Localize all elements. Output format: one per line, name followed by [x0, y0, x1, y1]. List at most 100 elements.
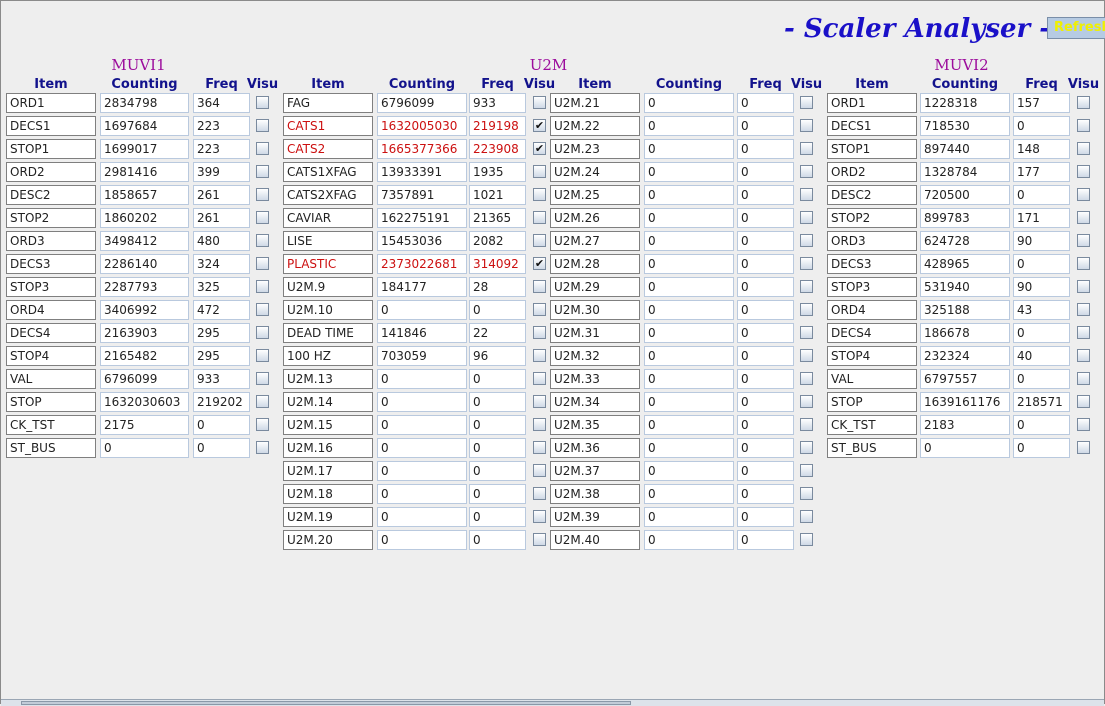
- counting-field[interactable]: 0: [644, 346, 734, 366]
- item-field[interactable]: ORD3: [827, 231, 917, 251]
- visu-checkbox[interactable]: [1077, 372, 1090, 385]
- counting-field[interactable]: 13933391: [377, 162, 467, 182]
- counting-field[interactable]: 2981416: [100, 162, 189, 182]
- counting-field[interactable]: 1632030603: [100, 392, 189, 412]
- item-field[interactable]: STOP1: [827, 139, 917, 159]
- counting-field[interactable]: 0: [644, 116, 734, 136]
- freq-field[interactable]: 0: [737, 231, 794, 251]
- freq-field[interactable]: 0: [737, 185, 794, 205]
- item-field[interactable]: DECS3: [827, 254, 917, 274]
- item-field[interactable]: 100 HZ: [283, 346, 373, 366]
- counting-field[interactable]: 703059: [377, 346, 467, 366]
- counting-field[interactable]: 0: [644, 530, 734, 550]
- freq-field[interactable]: 0: [1013, 116, 1070, 136]
- item-field[interactable]: U2M.30: [550, 300, 640, 320]
- visu-checkbox[interactable]: [1077, 257, 1090, 270]
- freq-field[interactable]: 0: [737, 461, 794, 481]
- freq-field[interactable]: 219198: [469, 116, 526, 136]
- visu-checkbox[interactable]: [533, 395, 546, 408]
- freq-field[interactable]: 472: [193, 300, 250, 320]
- freq-field[interactable]: 0: [737, 162, 794, 182]
- counting-field[interactable]: 897440: [920, 139, 1010, 159]
- freq-field[interactable]: 0: [737, 438, 794, 458]
- visu-checkbox[interactable]: [256, 234, 269, 247]
- item-field[interactable]: U2M.24: [550, 162, 640, 182]
- counting-field[interactable]: 0: [644, 139, 734, 159]
- freq-field[interactable]: 0: [737, 254, 794, 274]
- freq-field[interactable]: 0: [737, 507, 794, 527]
- counting-field[interactable]: 6797557: [920, 369, 1010, 389]
- item-field[interactable]: ST_BUS: [827, 438, 917, 458]
- item-field[interactable]: CATS1: [283, 116, 373, 136]
- item-field[interactable]: U2M.14: [283, 392, 373, 412]
- visu-checkbox[interactable]: [800, 142, 813, 155]
- visu-checkbox[interactable]: [256, 303, 269, 316]
- counting-field[interactable]: 0: [644, 208, 734, 228]
- item-field[interactable]: U2M.37: [550, 461, 640, 481]
- counting-field[interactable]: 0: [644, 415, 734, 435]
- item-field[interactable]: ORD1: [827, 93, 917, 113]
- freq-field[interactable]: 0: [469, 369, 526, 389]
- item-field[interactable]: U2M.38: [550, 484, 640, 504]
- visu-checkbox[interactable]: [800, 303, 813, 316]
- freq-field[interactable]: 314092: [469, 254, 526, 274]
- item-field[interactable]: FAG: [283, 93, 373, 113]
- counting-field[interactable]: 15453036: [377, 231, 467, 251]
- freq-field[interactable]: 148: [1013, 139, 1070, 159]
- visu-checkbox[interactable]: [533, 326, 546, 339]
- item-field[interactable]: U2M.9: [283, 277, 373, 297]
- item-field[interactable]: VAL: [6, 369, 96, 389]
- freq-field[interactable]: 0: [1013, 369, 1070, 389]
- item-field[interactable]: DECS1: [827, 116, 917, 136]
- counting-field[interactable]: 1697684: [100, 116, 189, 136]
- item-field[interactable]: U2M.19: [283, 507, 373, 527]
- item-field[interactable]: STOP3: [827, 277, 917, 297]
- freq-field[interactable]: 0: [1013, 415, 1070, 435]
- item-field[interactable]: CATS2XFAG: [283, 185, 373, 205]
- freq-field[interactable]: 171: [1013, 208, 1070, 228]
- item-field[interactable]: CK_TST: [6, 415, 96, 435]
- item-field[interactable]: U2M.40: [550, 530, 640, 550]
- counting-field[interactable]: 141846: [377, 323, 467, 343]
- item-field[interactable]: U2M.25: [550, 185, 640, 205]
- counting-field[interactable]: 0: [377, 461, 467, 481]
- visu-checkbox[interactable]: [800, 349, 813, 362]
- item-field[interactable]: STOP1: [6, 139, 96, 159]
- item-field[interactable]: DECS4: [827, 323, 917, 343]
- item-field[interactable]: DECS4: [6, 323, 96, 343]
- freq-field[interactable]: 1935: [469, 162, 526, 182]
- freq-field[interactable]: 0: [469, 392, 526, 412]
- visu-checkbox[interactable]: ✔: [533, 142, 546, 155]
- freq-field[interactable]: 933: [193, 369, 250, 389]
- freq-field[interactable]: 21365: [469, 208, 526, 228]
- item-field[interactable]: ORD4: [827, 300, 917, 320]
- item-field[interactable]: U2M.13: [283, 369, 373, 389]
- freq-field[interactable]: 0: [737, 300, 794, 320]
- item-field[interactable]: CATS2: [283, 139, 373, 159]
- freq-field[interactable]: 177: [1013, 162, 1070, 182]
- counting-field[interactable]: 0: [644, 484, 734, 504]
- item-field[interactable]: ORD1: [6, 93, 96, 113]
- item-field[interactable]: U2M.32: [550, 346, 640, 366]
- freq-field[interactable]: 0: [737, 484, 794, 504]
- visu-checkbox[interactable]: [1077, 188, 1090, 201]
- visu-checkbox[interactable]: [533, 303, 546, 316]
- counting-field[interactable]: 0: [377, 369, 467, 389]
- horizontal-scrollbar[interactable]: [1, 699, 1104, 706]
- item-field[interactable]: VAL: [827, 369, 917, 389]
- item-field[interactable]: ORD2: [827, 162, 917, 182]
- item-field[interactable]: U2M.39: [550, 507, 640, 527]
- freq-field[interactable]: 0: [193, 438, 250, 458]
- visu-checkbox[interactable]: [256, 326, 269, 339]
- counting-field[interactable]: 184177: [377, 277, 467, 297]
- visu-checkbox[interactable]: [1077, 441, 1090, 454]
- visu-checkbox[interactable]: [800, 395, 813, 408]
- item-field[interactable]: U2M.10: [283, 300, 373, 320]
- freq-field[interactable]: 0: [1013, 185, 1070, 205]
- visu-checkbox[interactable]: [533, 533, 546, 546]
- item-field[interactable]: U2M.29: [550, 277, 640, 297]
- item-field[interactable]: U2M.22: [550, 116, 640, 136]
- counting-field[interactable]: 0: [644, 254, 734, 274]
- item-field[interactable]: CATS1XFAG: [283, 162, 373, 182]
- item-field[interactable]: DEAD TIME: [283, 323, 373, 343]
